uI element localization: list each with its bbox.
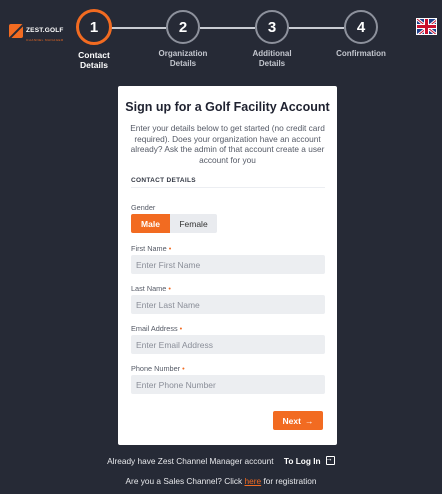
- login-icon: [325, 454, 335, 465]
- phone-input[interactable]: [131, 375, 325, 394]
- step-label: Contact Details: [78, 50, 110, 70]
- uk-flag-icon[interactable]: [416, 18, 437, 35]
- step-label: Additional Details: [252, 49, 291, 69]
- required-mark: •: [168, 284, 171, 293]
- section-divider: [131, 187, 325, 188]
- step-number: 3: [255, 10, 289, 44]
- flag-cross-v-red: [425, 19, 428, 34]
- card-description: Enter your details below to get started …: [130, 123, 325, 165]
- login-link-label: To Log In: [283, 456, 321, 466]
- first-name-label: First Name •: [131, 244, 171, 253]
- card-title: Sign up for a Golf Facility Account: [125, 100, 330, 114]
- required-mark: •: [168, 244, 172, 253]
- last-name-label: Last Name •: [131, 284, 171, 293]
- step-label-line2: Details: [258, 59, 286, 68]
- sales-suffix-text: for registration: [263, 476, 317, 486]
- last-name-label-text: Last Name: [131, 284, 167, 293]
- step-label: Confirmation: [336, 49, 386, 59]
- gender-female-button[interactable]: Female: [170, 214, 217, 233]
- signup-card: Sign up for a Golf Facility Account Ente…: [118, 86, 337, 445]
- section-title: CONTACT DETAILS: [131, 177, 196, 184]
- sales-channel-row: Are you a Sales Channel? Click here for …: [0, 476, 442, 486]
- step-label-line1: Contact: [78, 50, 110, 60]
- step-label-line1: Confirmation: [336, 49, 386, 58]
- step-number: 1: [76, 9, 112, 45]
- phone-label-text: Phone Number: [131, 364, 181, 373]
- step-label-line1: Organization: [158, 49, 208, 58]
- gender-label: Gender: [131, 203, 156, 212]
- step-number: 2: [166, 10, 200, 44]
- login-prompt-row: Already have Zest Channel Manager accoun…: [0, 454, 442, 466]
- step-contact-details: 1 Contact Details: [59, 9, 129, 70]
- signup-stepper: 1 Contact Details 2 Organization Details…: [0, 0, 442, 80]
- first-name-label-text: First Name: [131, 244, 167, 253]
- required-mark: •: [179, 324, 183, 333]
- next-button-label: Next: [282, 415, 301, 426]
- step-additional-details: 3 Additional Details: [237, 10, 307, 69]
- email-input[interactable]: [131, 335, 325, 354]
- step-confirmation: 4 Confirmation: [326, 10, 396, 59]
- gender-toggle: Male Female: [131, 214, 217, 233]
- step-organization-details: 2 Organization Details: [148, 10, 218, 69]
- sales-prefix-text: Are you a Sales Channel? Click: [125, 476, 243, 486]
- email-label: Email Address •: [131, 324, 182, 333]
- required-mark: •: [182, 364, 185, 373]
- step-label: Organization Details: [159, 49, 208, 69]
- step-number: 4: [344, 10, 378, 44]
- step-label-line2: Details: [80, 60, 108, 70]
- step-label-line2: Details: [169, 59, 197, 68]
- sales-registration-link[interactable]: here: [245, 476, 262, 486]
- arrow-right-icon: →: [304, 415, 314, 426]
- phone-label: Phone Number •: [131, 364, 185, 373]
- gender-male-button[interactable]: Male: [131, 214, 170, 233]
- next-button[interactable]: Next →: [273, 411, 323, 430]
- step-label-line1: Additional: [252, 49, 292, 58]
- last-name-input[interactable]: [131, 295, 325, 314]
- first-name-input[interactable]: [131, 255, 325, 274]
- email-label-text: Email Address: [131, 324, 178, 333]
- login-prompt-text: Already have Zest Channel Manager accoun…: [107, 456, 274, 466]
- login-link[interactable]: To Log In: [283, 454, 335, 466]
